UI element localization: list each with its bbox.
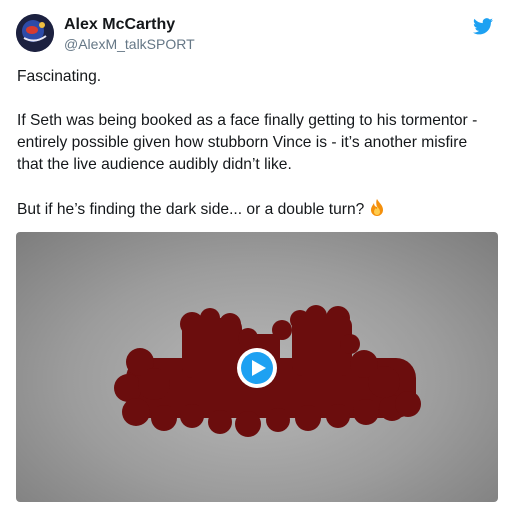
tweet-card: Alex McCarthy @AlexM_talkSPORT Fascinati… <box>0 0 513 529</box>
author-name[interactable]: Alex McCarthy <box>64 16 175 34</box>
play-button-inner <box>241 352 273 384</box>
twitter-bird-icon[interactable] <box>473 18 493 35</box>
play-button[interactable] <box>237 348 277 388</box>
fire-emoji <box>371 199 384 216</box>
tweet-paragraph-2: If Seth was being booked as a face final… <box>17 112 478 173</box>
play-icon <box>251 360 266 376</box>
tweet-paragraph-3-text: But if he’s finding the dark side... or … <box>17 201 365 218</box>
tweet-header: Alex McCarthy @AlexM_talkSPORT <box>16 14 497 54</box>
tweet-paragraph-3: But if he’s finding the dark side... or … <box>17 198 497 221</box>
tweet-paragraph-1: Fascinating. <box>17 68 102 85</box>
author-handle[interactable]: @AlexM_talkSPORT <box>64 36 195 52</box>
avatar[interactable] <box>16 14 54 52</box>
video-thumbnail[interactable] <box>16 232 498 502</box>
